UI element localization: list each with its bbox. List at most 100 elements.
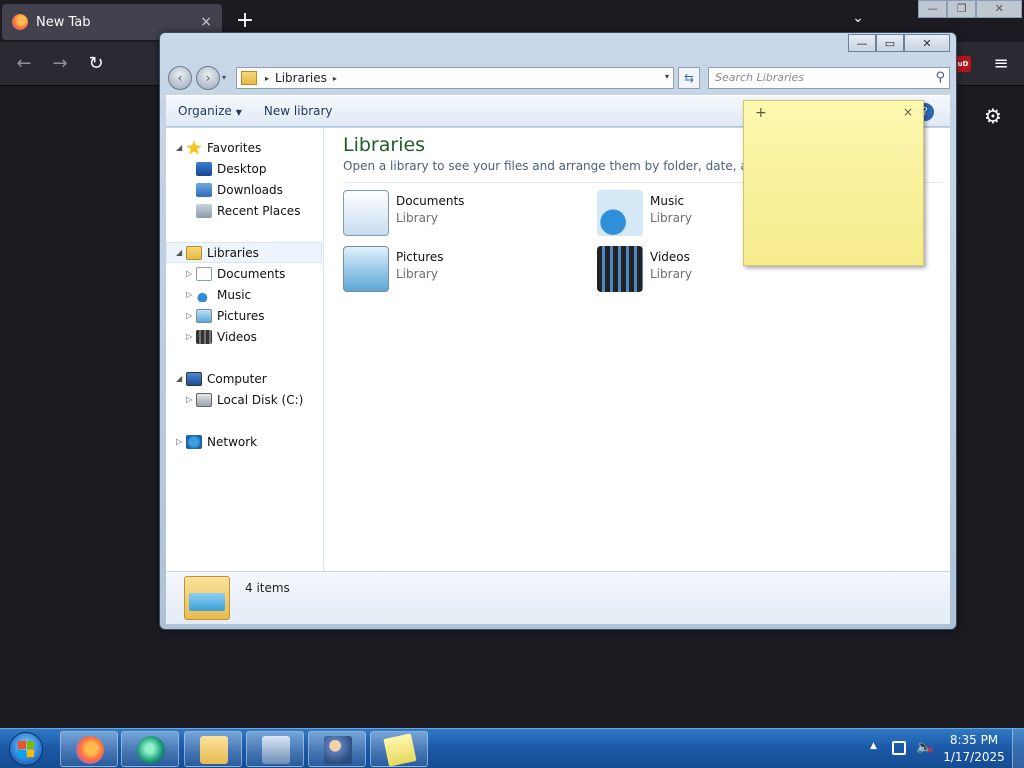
recent-pages-chevron-icon[interactable]: ▾ [222, 73, 226, 82]
expand-arrow-icon[interactable]: ▷ [186, 269, 196, 278]
back-arrow-icon[interactable]: ← [12, 52, 36, 76]
nav-item-videos[interactable]: ▷ Videos [186, 326, 257, 347]
nav-item-label: Favorites [207, 140, 262, 155]
nav-item-label: Recent Places [217, 203, 301, 218]
back-button[interactable]: ‹ [168, 66, 192, 90]
nav-item-label: Music [217, 287, 252, 302]
search-placeholder: Search Libraries [715, 71, 805, 84]
nav-item-label: Videos [217, 329, 257, 344]
libraries-folder-icon [184, 576, 230, 620]
address-dropdown-icon[interactable]: ▾ [665, 72, 669, 81]
documents-library-icon [343, 190, 389, 236]
library-name: Music [650, 194, 685, 208]
libraries-icon [186, 245, 202, 260]
network-status-icon[interactable] [892, 741, 906, 755]
nav-item-documents[interactable]: ▷ Documents [186, 263, 285, 284]
gear-icon[interactable]: ⚙ [982, 104, 1004, 128]
nav-item-computer[interactable]: ◢ Computer [176, 368, 267, 389]
firefox-logo-icon [12, 14, 28, 30]
close-button[interactable]: ✕ [904, 34, 950, 52]
search-icon[interactable]: ⚲ [935, 68, 945, 88]
firefox-minimize-button[interactable]: — [918, 0, 948, 18]
sticky-note[interactable]: + × [743, 100, 924, 266]
nav-item-label: Desktop [217, 161, 267, 176]
navigation-pane: ◢ Favorites Desktop Downloads Recent Pla… [166, 128, 324, 571]
explorer-icon [200, 736, 228, 764]
show-desktop-button[interactable] [1012, 729, 1024, 768]
taskbar-users[interactable] [308, 731, 366, 767]
ublock-origin-icon[interactable]: uD [955, 56, 971, 72]
maximize-button[interactable]: ▭ [876, 34, 904, 52]
nav-item-downloads[interactable]: Downloads [196, 179, 283, 200]
expand-arrow-icon[interactable]: ▷ [186, 332, 196, 341]
taskbar: ▲ 🔈 × 8:35 PM 1/17/2025 [0, 728, 1024, 768]
expand-arrow-icon[interactable]: ▷ [186, 395, 196, 404]
tab-list-chevron-icon[interactable]: ⌄ [846, 10, 870, 26]
desktop-icon [196, 161, 212, 176]
nav-item-music[interactable]: ▷ Music [186, 284, 251, 305]
collapse-arrow-icon[interactable]: ◢ [176, 143, 186, 152]
close-note-icon[interactable]: × [903, 105, 913, 119]
hamburger-menu-icon[interactable]: ≡ [990, 53, 1012, 74]
show-hidden-icons-icon[interactable]: ▲ [870, 741, 877, 751]
expand-arrow-icon[interactable]: ▷ [176, 437, 186, 446]
nav-item-libraries[interactable]: ◢ Libraries [176, 242, 259, 263]
taskbar-sticky-notes[interactable] [370, 731, 428, 767]
nav-item-label: Network [207, 434, 258, 449]
nav-item-label: Documents [217, 266, 286, 281]
breadcrumb-arrow-icon[interactable]: ▸ [333, 74, 337, 83]
new-tab-button[interactable]: + [232, 8, 258, 34]
firefox-close-button[interactable]: ✕ [976, 0, 1022, 18]
library-kind: Library [650, 211, 692, 225]
nav-item-favorites[interactable]: ◢ Favorites [176, 137, 261, 158]
forward-arrow-icon[interactable]: → [48, 52, 72, 76]
pictures-icon [196, 308, 212, 323]
nav-item-desktop[interactable]: Desktop [196, 158, 267, 179]
pictures-library-icon [343, 246, 389, 292]
computer-icon [186, 371, 202, 386]
breadcrumb-libraries[interactable]: Libraries [275, 71, 327, 85]
start-button[interactable] [4, 731, 50, 767]
library-pictures[interactable]: Pictures Library [343, 244, 583, 294]
library-name: Documents [396, 194, 465, 208]
taskbar-remote-desktop[interactable] [246, 731, 304, 767]
library-documents[interactable]: Documents Library [343, 188, 583, 238]
collapse-arrow-icon[interactable]: ◢ [176, 248, 186, 257]
expand-arrow-icon[interactable]: ▷ [186, 290, 196, 299]
forward-button[interactable]: › [196, 66, 220, 90]
minimize-button[interactable]: — [848, 34, 876, 52]
clock-time[interactable]: 8:35 PM [942, 733, 1006, 747]
nav-item-label: Pictures [217, 308, 265, 323]
breadcrumb-arrow-icon[interactable]: ▸ [265, 74, 269, 83]
address-bar[interactable]: ▸ Libraries ▸ ▾ [236, 67, 674, 89]
taskbar-media-player[interactable] [121, 731, 179, 767]
collapse-arrow-icon[interactable]: ◢ [176, 374, 186, 383]
organize-label: Organize [178, 104, 232, 118]
nav-item-recent-places[interactable]: Recent Places [196, 200, 300, 221]
recent-places-icon [196, 203, 212, 218]
nav-item-pictures[interactable]: ▷ Pictures [186, 305, 265, 326]
media-player-icon [137, 736, 165, 764]
refresh-button[interactable]: ⇆ [678, 67, 700, 89]
taskbar-explorer[interactable] [184, 731, 242, 767]
clock-date[interactable]: 1/17/2025 [942, 750, 1006, 764]
nav-item-local-disk[interactable]: ▷ Local Disk (C:) [186, 389, 303, 410]
reload-icon[interactable]: ↻ [84, 52, 108, 76]
page-subtitle: Open a library to see your files and arr… [343, 159, 811, 173]
new-library-button[interactable]: New library [264, 104, 333, 118]
nav-item-label: Computer [207, 371, 267, 386]
firefox-maximize-button[interactable]: ❐ [947, 0, 977, 18]
documents-icon [196, 266, 212, 281]
expand-arrow-icon[interactable]: ▷ [186, 311, 196, 320]
windows-logo-icon [18, 741, 34, 757]
library-kind: Library [396, 211, 438, 225]
add-note-icon[interactable]: + [755, 105, 767, 121]
taskbar-firefox[interactable] [60, 731, 118, 767]
search-input[interactable]: Search Libraries ⚲ [708, 67, 950, 89]
nav-item-network[interactable]: ▷ Network [176, 431, 257, 452]
tab-close-icon[interactable]: × [200, 14, 212, 30]
item-count: 4 items [245, 581, 290, 595]
chevron-down-icon: ▼ [235, 108, 242, 117]
organize-button[interactable]: Organize ▼ [178, 104, 242, 118]
firefox-icon [76, 736, 104, 764]
